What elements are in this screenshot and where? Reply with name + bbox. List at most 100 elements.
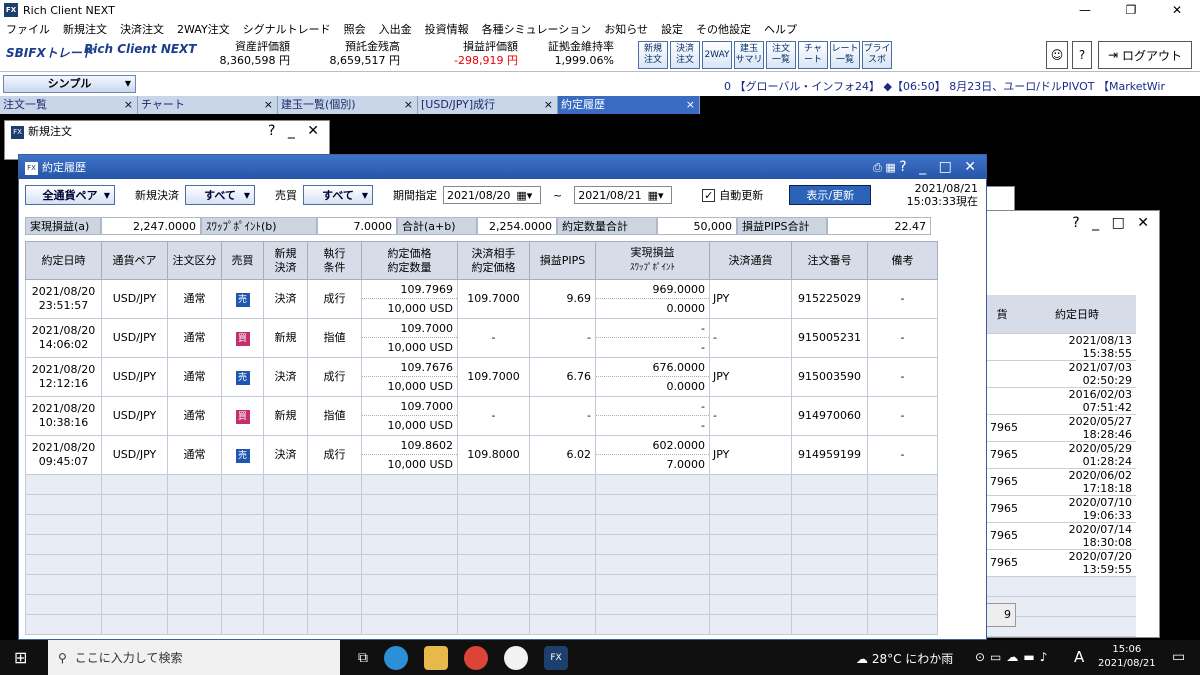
pair-select[interactable]: 全通貨ペア ▼ xyxy=(25,185,115,205)
table-row[interactable]: 7965 2020/06/02 17:18:18 xyxy=(986,468,1136,496)
menu-item[interactable]: ファイル xyxy=(6,21,50,37)
table-row[interactable]: 2021/08/20 09:45:07 USD/JPY 通常売決済 成行 109.8602… xyxy=(25,435,938,475)
side-badge: 買 xyxy=(235,331,250,346)
tab-bar: 注文一覧 × チャート × 建玉一覧(個別) × [USD/JPY]成行 × 約定履歴 × xyxy=(0,96,700,114)
menu-bar: ファイル 新規注文 決済注文 2WAY注文 シグナルトレード 照会 入出金 投資情報 各種シミュ… xyxy=(0,20,1200,38)
taskbar-search[interactable]: ⚲ ここに入力して検索 xyxy=(48,640,340,675)
weather-widget[interactable]: ☁ 28°C にわか雨 xyxy=(856,650,953,667)
side-badge: 買 xyxy=(235,409,250,424)
chevron-down-icon: ▼ xyxy=(361,190,368,200)
table-row[interactable]: 7965 2020/05/27 18:28:46 xyxy=(986,414,1136,442)
windows-start-icon[interactable]: ⊞ xyxy=(14,648,27,667)
toolbar-button[interactable]: レート 一覧 xyxy=(830,41,860,69)
tray-icons[interactable]: ⊙▭☁▬♪ xyxy=(975,650,1052,664)
calendar-icon: ▦▾ xyxy=(516,188,533,202)
metric-asset: 資産評価額 8,360,598 円 xyxy=(219,40,290,67)
window-controls[interactable]: ? _ ✕ xyxy=(268,123,323,139)
menu-item[interactable]: 新規注文 xyxy=(63,21,107,37)
side-badge: 売 xyxy=(235,292,250,307)
page-number[interactable]: 9 xyxy=(986,603,1016,627)
menu-item[interactable]: 各種シミュレーション xyxy=(482,21,592,37)
restore-button[interactable]: ❐ xyxy=(1108,0,1154,20)
table-row[interactable]: 7965 2020/05/29 01:28:24 xyxy=(986,441,1136,469)
chevron-down-icon: ▼ xyxy=(103,190,110,200)
date-from-input[interactable]: 2021/08/20 ▦▾ xyxy=(443,186,541,204)
metric-margin: 証拠金維持率 1,999.06% xyxy=(548,40,614,67)
tab-order-list[interactable]: 注文一覧 × xyxy=(0,96,138,114)
empty-row xyxy=(25,594,938,615)
toolbar-button[interactable]: 注文 一覧 xyxy=(766,41,796,69)
menu-item[interactable]: ヘルプ xyxy=(764,21,797,37)
user-icon[interactable]: ☺ xyxy=(1046,41,1068,69)
settlement-select[interactable]: すべて ▼ xyxy=(185,185,255,205)
execution-history-window: FX 約定履歴 ⎙ ▦ ? _ □ ✕ 全通貨ペア ▼ 新規決済 すべて ▼ 売買 す… xyxy=(18,154,987,640)
close-button[interactable]: ✕ xyxy=(1154,0,1200,20)
execution-table: 約定日時 通貨ペア 注文区分 売買 新規 決済 執行 条件 約定価格 約定数量 決済相… xyxy=(25,241,938,635)
empty-row xyxy=(25,614,938,635)
toolbar-button[interactable]: 決済 注文 xyxy=(670,41,700,69)
toolbar-button[interactable]: チャ ート xyxy=(798,41,828,69)
app-titlebar: FX Rich Client NEXT — ❐ ✕ xyxy=(0,0,1200,20)
menu-item[interactable]: 入出金 xyxy=(379,21,412,37)
table-row[interactable]: 2021/08/20 23:51:57 USD/JPY 通常売決済 成行 109.7969… xyxy=(25,279,938,319)
table-row[interactable]: 7965 2020/07/20 13:59:55 xyxy=(986,549,1136,577)
menu-item[interactable]: その他設定 xyxy=(696,21,751,37)
menu-item[interactable]: 照会 xyxy=(344,21,366,37)
file-explorer-icon[interactable] xyxy=(424,645,448,670)
quick-buttons: 新規 注文 決済 注文 2WAY 建玉 サマリ 注文 一覧 チャ ート レート 一覧 プライ … xyxy=(638,41,894,69)
side-badge: 売 xyxy=(235,370,250,385)
tab-chart[interactable]: チャート × xyxy=(138,96,278,114)
table-row[interactable]: 2021/08/20 12:12:16 USD/JPY 通常売決済 成行 109.7676… xyxy=(25,357,938,397)
task-view-icon[interactable]: ⧉ xyxy=(358,650,368,666)
notification-icon[interactable]: ▭ xyxy=(1172,649,1185,665)
history-window-background: ? _ □ ✕ 貨約定日時 2021/08/13 15:38:55 2021/07/… xyxy=(985,210,1160,638)
news-ticker[interactable]: 0 【グローバル・インフォ24】 ◆【06:50】 8月23日、ユーロ/ドルPI… xyxy=(724,78,1165,94)
background-table: 貨約定日時 2021/08/13 15:38:55 2021/07/03 02:50… xyxy=(986,295,1136,637)
menu-item[interactable]: シグナルトレード xyxy=(243,21,331,37)
table-row[interactable]: 7965 2020/07/10 19:06:33 xyxy=(986,495,1136,523)
minimize-button[interactable]: — xyxy=(1062,0,1108,20)
tab-execution-history[interactable]: 約定履歴 × xyxy=(558,96,700,114)
window-title: 約定履歴 xyxy=(42,161,86,174)
search-icon: ⚲ xyxy=(58,650,67,665)
window-controls[interactable]: ? _ □ ✕ xyxy=(899,159,980,175)
toolbar-button[interactable]: プライ スボ xyxy=(862,41,892,69)
layout-select[interactable]: シンプル ▼ xyxy=(3,75,136,93)
app-pinned-icon[interactable] xyxy=(504,645,528,670)
menu-item[interactable]: お知らせ xyxy=(604,21,648,37)
product-logo: Rich Client NEXT xyxy=(84,42,197,56)
table-row[interactable]: 2021/08/13 15:38:55 xyxy=(986,333,1136,361)
fx-app-icon[interactable]: FX xyxy=(544,645,568,670)
brand-logo: SBIFXトレード xyxy=(6,46,94,60)
edge-icon[interactable] xyxy=(384,645,408,670)
table-row[interactable]: 7965 2020/07/14 18:30:08 xyxy=(986,522,1136,550)
menu-item[interactable]: 設定 xyxy=(661,21,683,37)
toolbar-button[interactable]: 2WAY xyxy=(702,41,732,69)
toolbar-button[interactable]: 建玉 サマリ xyxy=(734,41,764,69)
menu-item[interactable]: 決済注文 xyxy=(120,21,164,37)
chrome-icon[interactable] xyxy=(464,645,488,670)
export-icon[interactable]: ⎙ ▦ xyxy=(873,161,899,174)
ime-indicator[interactable]: A xyxy=(1074,648,1084,666)
logout-button[interactable]: ⇥ ログアウト xyxy=(1098,41,1192,69)
clock[interactable]: 15:06 2021/08/21 xyxy=(1098,643,1156,671)
table-row[interactable]: 2021/07/03 02:50:29 xyxy=(986,360,1136,388)
window-controls[interactable]: ? _ □ ✕ xyxy=(1072,215,1153,231)
display-update-button[interactable]: 表示/更新 xyxy=(789,185,872,205)
toolbar-button[interactable]: 新規 注文 xyxy=(638,41,668,69)
menu-item[interactable]: 投資情報 xyxy=(425,21,469,37)
table-row[interactable]: 2021/08/20 14:06:02 USD/JPY 通常買新規 指値 109.7000… xyxy=(25,318,938,358)
date-to-input[interactable]: 2021/08/21 ▦▾ xyxy=(574,186,673,204)
trade-select[interactable]: すべて ▼ xyxy=(303,185,373,205)
tab-usdjpy-market[interactable]: [USD/JPY]成行 × xyxy=(418,96,558,114)
help-button[interactable]: ? xyxy=(1072,41,1092,69)
filter-bar: 全通貨ペア ▼ 新規決済 すべて ▼ 売買 すべて ▼ 期間指定 2021/08/20… xyxy=(25,184,872,206)
metric-unrealized: 損益評価額 -298,919 円 xyxy=(454,40,518,67)
empty-row xyxy=(25,554,938,575)
app-title: Rich Client NEXT xyxy=(23,3,115,17)
tab-positions[interactable]: 建玉一覧(個別) × xyxy=(278,96,418,114)
auto-update-checkbox[interactable]: ✓ 自動更新 xyxy=(702,187,763,203)
table-row[interactable]: 2016/02/03 07:51:42 xyxy=(986,387,1136,415)
menu-item[interactable]: 2WAY注文 xyxy=(177,21,230,37)
table-row[interactable]: 2021/08/20 10:38:16 USD/JPY 通常買新規 指値 109.7000… xyxy=(25,396,938,436)
